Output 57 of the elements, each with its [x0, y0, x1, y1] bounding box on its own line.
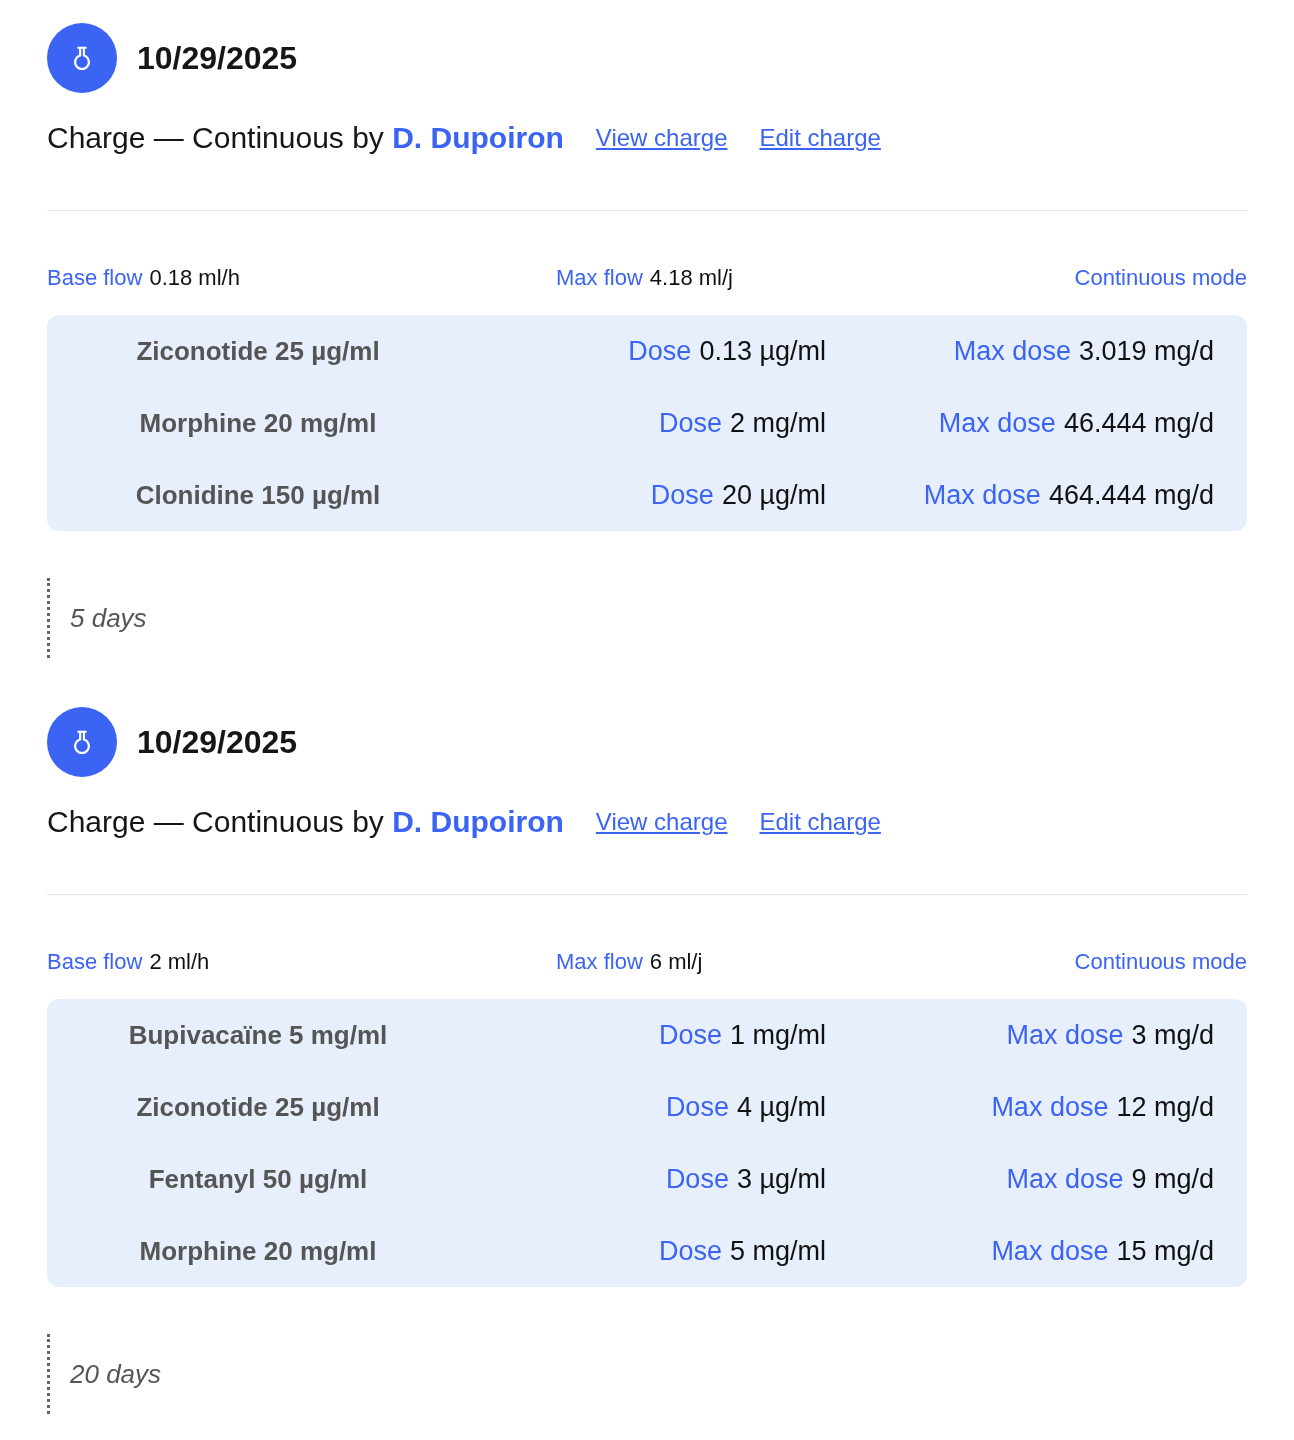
flow-label: Base flow	[47, 949, 143, 975]
drug-name: Morphine 20 mg/ml	[139, 1235, 377, 1267]
dose-value: 1 mg/ml	[729, 1019, 826, 1051]
max-dose-value: 3 mg/d	[1131, 1019, 1214, 1051]
charge-link[interactable]: Edit charge	[759, 124, 881, 152]
mode-label: Continuous mode	[1074, 265, 1247, 291]
charge-headline: Charge — Continuous by D. Dupoiron	[47, 121, 564, 155]
dose-label: Dose	[658, 407, 722, 439]
dose-value: 2 mg/ml	[729, 407, 826, 439]
flask-icon	[47, 23, 117, 93]
mode-label: Continuous mode	[1074, 949, 1247, 975]
dose-value: 20 µg/ml	[721, 479, 826, 511]
flow-value: 4.18 ml/j	[649, 265, 733, 291]
dose-label: Dose	[628, 335, 692, 367]
max-dose-value: 12 mg/d	[1116, 1091, 1214, 1123]
max-dose-label: Max dose	[1006, 1163, 1124, 1195]
drug-name: Ziconotide 25 µg/ml	[136, 1091, 380, 1123]
charge-link[interactable]: Edit charge	[759, 808, 881, 836]
max-dose-label: Max dose	[1006, 1019, 1124, 1051]
entry-date: 10/29/2025	[137, 723, 298, 761]
flow-value: 6 ml/j	[649, 949, 703, 975]
dose-label: Dose	[665, 1163, 729, 1195]
drug-name: Fentanyl 50 µg/ml	[148, 1163, 368, 1195]
max-dose-value: 464.444 mg/d	[1048, 479, 1214, 511]
dose-label: Dose	[665, 1091, 729, 1123]
max-dose-label: Max dose	[991, 1091, 1109, 1123]
charge-headline: Charge — Continuous by D. Dupoiron	[47, 805, 564, 839]
max-dose-label: Max dose	[938, 407, 1056, 439]
charge-link[interactable]: View charge	[595, 808, 728, 836]
max-dose-label: Max dose	[991, 1235, 1109, 1267]
dose-value: 3 µg/ml	[736, 1163, 826, 1195]
flow-label: Base flow	[47, 265, 143, 291]
dose-value: 0.13 µg/ml	[699, 335, 826, 367]
charge-link[interactable]: View charge	[595, 124, 728, 152]
interval-duration: 5 days	[70, 602, 147, 634]
drug-name: Clonidine 150 µg/ml	[135, 479, 381, 511]
max-dose-label: Max dose	[923, 479, 1041, 511]
dose-label: Dose	[650, 479, 714, 511]
max-dose-label: Max dose	[953, 335, 1071, 367]
dose-label: Dose	[658, 1019, 722, 1051]
drug-name: Morphine 20 mg/ml	[139, 407, 377, 439]
flow-value: 2 ml/h	[149, 949, 210, 975]
max-dose-value: 46.444 mg/d	[1063, 407, 1214, 439]
max-dose-value: 3.019 mg/d	[1078, 335, 1214, 367]
drug-name: Ziconotide 25 µg/ml	[136, 335, 380, 367]
max-dose-value: 15 mg/d	[1116, 1235, 1214, 1267]
drug-name: Bupivacaïne 5 mg/ml	[128, 1019, 388, 1051]
entry-date: 10/29/2025	[137, 39, 298, 77]
dose-value: 5 mg/ml	[729, 1235, 826, 1267]
dose-value: 4 µg/ml	[736, 1091, 826, 1123]
flow-label: Max flow	[556, 265, 643, 291]
flow-value: 0.18 ml/h	[149, 265, 240, 291]
dose-label: Dose	[658, 1235, 722, 1267]
max-dose-value: 9 mg/d	[1131, 1163, 1214, 1195]
flow-label: Max flow	[556, 949, 643, 975]
flask-icon	[47, 707, 117, 777]
interval-duration: 20 days	[70, 1358, 162, 1390]
